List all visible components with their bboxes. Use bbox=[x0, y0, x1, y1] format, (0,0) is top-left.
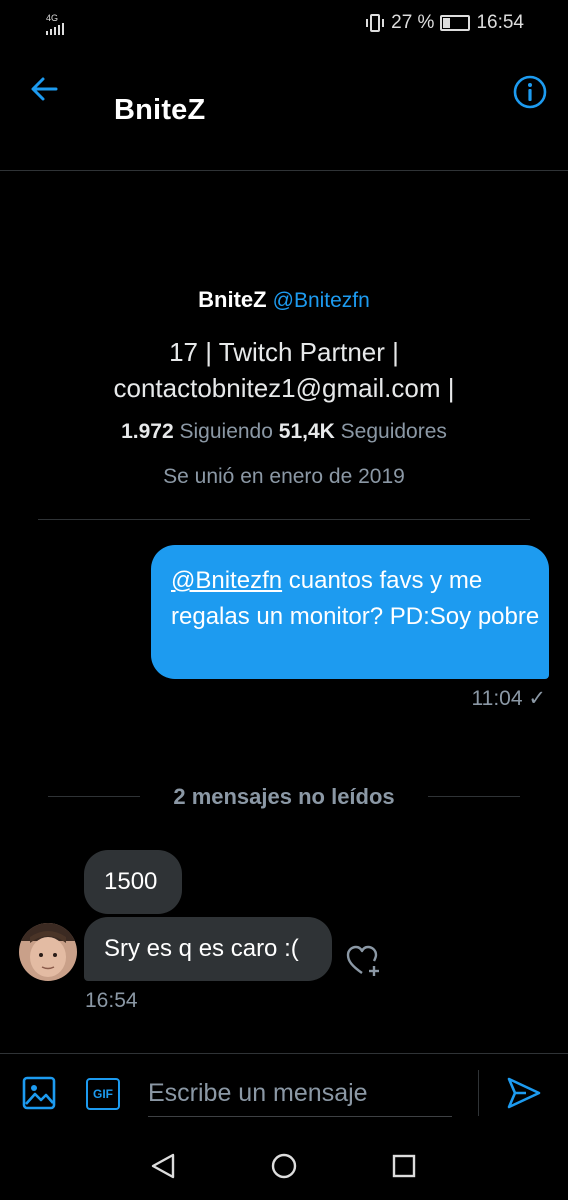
conversation-title: BniteZ bbox=[114, 94, 206, 126]
nav-back-icon[interactable] bbox=[150, 1152, 176, 1180]
composer-separator bbox=[478, 1070, 479, 1116]
system-navigation-bar bbox=[0, 1133, 568, 1200]
profile-stats: 1.972 Siguiendo 51,4K Seguidores bbox=[0, 420, 568, 444]
signal-icon bbox=[46, 23, 64, 35]
message-composer: GIF bbox=[0, 1053, 568, 1134]
unread-line-right bbox=[428, 796, 520, 797]
vibrate-icon bbox=[366, 14, 385, 32]
incoming-message-bubble[interactable]: Sry es q es caro :( bbox=[84, 917, 332, 981]
avatar[interactable] bbox=[19, 923, 77, 981]
info-icon[interactable] bbox=[512, 74, 548, 110]
outgoing-message-meta: 11:04 ✓ bbox=[472, 686, 546, 711]
profile-bio: 17 | Twitch Partner | contactobnitez1@gm… bbox=[0, 334, 568, 406]
profile-name[interactable]: BniteZ bbox=[198, 287, 266, 312]
followers-label[interactable]: Seguidores bbox=[341, 420, 447, 443]
conversation-header: BniteZ bbox=[0, 48, 568, 171]
like-heart-add-icon[interactable] bbox=[346, 944, 382, 978]
battery-icon bbox=[440, 15, 471, 31]
gif-icon[interactable]: GIF bbox=[86, 1078, 120, 1110]
network-type: 4G bbox=[46, 13, 59, 23]
message-input[interactable] bbox=[148, 1070, 452, 1117]
back-arrow-icon[interactable] bbox=[28, 72, 62, 106]
nav-home-icon[interactable] bbox=[270, 1152, 298, 1180]
following-label[interactable]: Siguiendo bbox=[180, 420, 273, 443]
send-icon[interactable] bbox=[506, 1076, 542, 1110]
incoming-message-text: 1500 bbox=[104, 868, 158, 895]
followers-count[interactable]: 51,4K bbox=[279, 420, 335, 443]
following-count[interactable]: 1.972 bbox=[121, 420, 174, 443]
gif-label: GIF bbox=[93, 1087, 113, 1101]
outgoing-message-text: @Bnitezfn cuantos favs y me regalas un m… bbox=[171, 563, 541, 635]
avatar-image bbox=[19, 923, 77, 981]
profile-divider bbox=[38, 519, 530, 520]
outgoing-message-bubble[interactable]: @Bnitezfn cuantos favs y me regalas un m… bbox=[151, 545, 549, 679]
status-right: 27 % 16:54 bbox=[365, 12, 524, 34]
status-time: 16:54 bbox=[476, 12, 524, 33]
profile-handle[interactable]: @Bnitezfn bbox=[273, 289, 370, 312]
incoming-message-text: Sry es q es caro :( bbox=[104, 935, 299, 962]
incoming-message-time: 16:54 bbox=[85, 989, 138, 1012]
joined-date: Se unió en enero de 2019 bbox=[163, 465, 405, 488]
message-mention[interactable]: @Bnitezfn bbox=[171, 567, 282, 594]
profile-name-line: BniteZ @Bnitezfn bbox=[0, 287, 568, 313]
battery-percent: 27 % bbox=[391, 12, 435, 33]
signal-indicator: 4G bbox=[46, 14, 68, 37]
sent-check-icon: ✓ bbox=[528, 687, 546, 710]
nav-recents-icon[interactable] bbox=[391, 1153, 417, 1179]
status-bar: 4G 27 % 16:54 bbox=[0, 0, 568, 48]
unread-separator: 2 mensajes no leídos bbox=[173, 784, 395, 809]
incoming-message-bubble[interactable]: 1500 bbox=[84, 850, 182, 914]
bio-line-2: contactobnitez1@gmail.com | bbox=[113, 373, 455, 403]
image-icon[interactable] bbox=[22, 1076, 56, 1110]
outgoing-message-time: 11:04 bbox=[471, 687, 523, 710]
bio-line-1: 17 | Twitch Partner | bbox=[169, 337, 399, 367]
